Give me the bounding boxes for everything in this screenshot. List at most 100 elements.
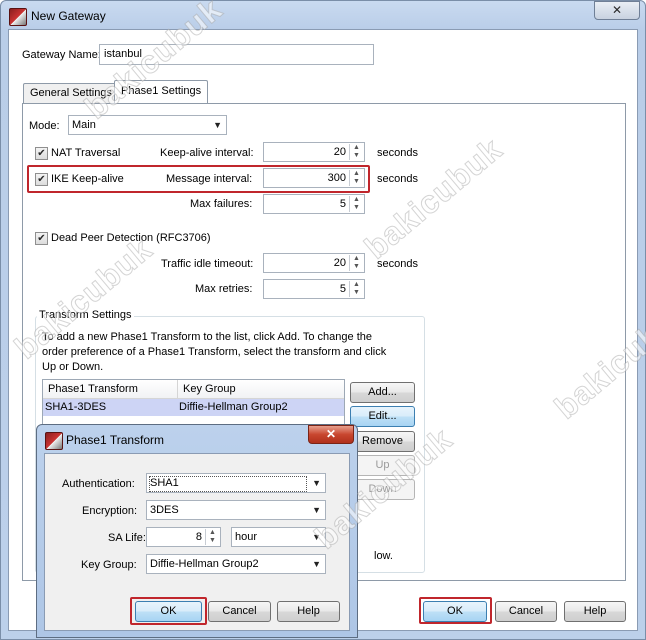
- spinner-arrows[interactable]: ▲ ▼: [349, 196, 363, 212]
- max-retries-value: 5: [339, 283, 346, 295]
- arrow-up-icon[interactable]: ▲: [352, 255, 361, 262]
- chevron-down-icon: ▼: [312, 505, 321, 515]
- close-icon: ✕: [611, 3, 623, 17]
- max-retries-spinner[interactable]: 5 ▲ ▼: [263, 279, 365, 299]
- move-down-button[interactable]: Down: [350, 479, 415, 500]
- arrow-down-icon[interactable]: ▼: [352, 204, 361, 211]
- arrow-down-icon[interactable]: ▼: [352, 289, 361, 296]
- dpd-checkbox[interactable]: ✔: [35, 232, 48, 245]
- arrow-up-icon[interactable]: ▲: [352, 281, 361, 288]
- dialog-title: Phase1 Transform: [66, 433, 165, 447]
- spinner-arrows[interactable]: ▲ ▼: [349, 144, 363, 160]
- nat-traversal-checkbox[interactable]: ✔: [35, 147, 48, 160]
- window-close-button[interactable]: ✕: [594, 1, 640, 20]
- spinner-arrows[interactable]: ▲ ▼: [205, 529, 219, 545]
- key-group-label: Key Group:: [81, 559, 137, 571]
- transform-help-line-3: Up or Down.: [42, 361, 104, 373]
- app-icon: [9, 8, 27, 26]
- message-interval-spinner[interactable]: 300 ▲ ▼: [263, 168, 365, 188]
- remove-transform-button[interactable]: Remove: [350, 431, 415, 452]
- chevron-down-icon: ▼: [312, 478, 321, 488]
- sa-life-unit-value: hour: [235, 531, 258, 543]
- traffic-idle-timeout-spinner[interactable]: 20 ▲ ▼: [263, 253, 365, 273]
- keepalive-interval-label: Keep-alive interval:: [160, 147, 254, 159]
- key-group-select[interactable]: Diffie-Hellman Group2 ▼: [146, 554, 326, 574]
- chevron-down-icon: ▼: [312, 532, 321, 542]
- table-cell-key-group: Diffie-Hellman Group2: [179, 401, 288, 413]
- help-button[interactable]: Help: [564, 601, 626, 622]
- add-transform-button[interactable]: Add...: [350, 382, 415, 403]
- window-titlebar[interactable]: New Gateway ✕: [1, 1, 645, 29]
- table-row[interactable]: SHA1-3DES Diffie-Hellman Group2: [43, 399, 344, 416]
- arrow-down-icon[interactable]: ▼: [208, 537, 217, 544]
- mode-select[interactable]: Main ▼: [68, 115, 227, 135]
- authentication-label: Authentication:: [62, 478, 135, 490]
- phase1-transform-dialog: Phase1 Transform ✕ Authentication: SHA1 …: [36, 424, 358, 638]
- dialog-titlebar[interactable]: Phase1 Transform ✕: [37, 425, 357, 453]
- authentication-select[interactable]: SHA1 ▼: [146, 473, 326, 493]
- max-retries-label: Max retries:: [195, 283, 253, 295]
- mode-value: Main: [72, 119, 96, 131]
- traffic-idle-timeout-value: 20: [333, 257, 346, 269]
- close-icon: ✕: [325, 427, 337, 441]
- edit-transform-button[interactable]: Edit...: [350, 406, 415, 427]
- sa-life-unit-select[interactable]: hour ▼: [231, 527, 326, 547]
- arrow-down-icon[interactable]: ▼: [352, 178, 361, 185]
- encryption-select[interactable]: 3DES ▼: [146, 500, 326, 520]
- arrow-down-icon[interactable]: ▼: [352, 152, 361, 159]
- arrow-up-icon[interactable]: ▲: [352, 196, 361, 203]
- keepalive-interval-value: 20: [333, 146, 346, 158]
- dialog-cancel-button[interactable]: Cancel: [208, 601, 271, 622]
- chevron-down-icon: ▼: [213, 120, 222, 130]
- sa-life-spinner[interactable]: 8 ▲ ▼: [146, 527, 221, 547]
- table-cell-transform: SHA1-3DES: [45, 401, 107, 413]
- traffic-idle-timeout-label: Traffic idle timeout:: [161, 258, 254, 270]
- arrow-up-icon[interactable]: ▲: [352, 170, 361, 177]
- spinner-arrows[interactable]: ▲ ▼: [349, 170, 363, 186]
- keepalive-interval-unit: seconds: [377, 147, 418, 159]
- transform-help-line-1: To add a new Phase1 Transform to the lis…: [42, 331, 372, 343]
- arrow-up-icon[interactable]: ▲: [352, 144, 361, 151]
- spinner-arrows[interactable]: ▲ ▼: [349, 281, 363, 297]
- message-interval-label: Message interval:: [166, 173, 253, 185]
- sa-life-label: SA Life:: [108, 532, 146, 544]
- window-title: New Gateway: [31, 9, 106, 23]
- encryption-value: 3DES: [150, 504, 179, 516]
- column-header-phase1-transform[interactable]: Phase1 Transform: [48, 383, 138, 395]
- encryption-label: Encryption:: [82, 505, 138, 517]
- ike-keepalive-checkbox[interactable]: ✔: [35, 173, 48, 186]
- dialog-ok-button[interactable]: OK: [135, 601, 202, 622]
- dialog-client-area: Authentication: SHA1 ▼ Encryption: 3DES …: [44, 453, 350, 631]
- ike-keepalive-label: IKE Keep-alive: [51, 173, 124, 185]
- spinner-arrows[interactable]: ▲ ▼: [349, 255, 363, 271]
- max-failures-label: Max failures:: [190, 198, 253, 210]
- tab-general-settings[interactable]: General Settings: [23, 83, 119, 103]
- arrow-up-icon[interactable]: ▲: [208, 529, 217, 536]
- column-header-key-group[interactable]: Key Group: [183, 383, 236, 395]
- transform-help-line-2: order preference of a Phase1 Transform, …: [42, 346, 387, 358]
- keepalive-interval-spinner[interactable]: 20 ▲ ▼: [263, 142, 365, 162]
- key-group-value: Diffie-Hellman Group2: [150, 558, 259, 570]
- dialog-help-button[interactable]: Help: [277, 601, 340, 622]
- message-interval-unit: seconds: [377, 173, 418, 185]
- ok-button[interactable]: OK: [423, 601, 487, 622]
- max-failures-value: 5: [339, 198, 346, 210]
- tab-phase1-settings[interactable]: Phase1 Settings: [114, 80, 209, 104]
- cancel-button[interactable]: Cancel: [495, 601, 557, 622]
- gateway-name-label: Gateway Name:: [22, 49, 101, 61]
- transform-settings-title: Transform Settings: [37, 309, 134, 321]
- arrow-down-icon[interactable]: ▼: [352, 263, 361, 270]
- dialog-close-button[interactable]: ✕: [308, 425, 354, 444]
- move-up-button[interactable]: Up: [350, 455, 415, 476]
- gateway-name-input[interactable]: istanbul: [99, 44, 374, 65]
- chevron-down-icon: ▼: [312, 559, 321, 569]
- column-divider: [177, 380, 178, 398]
- transform-tail-text: low.: [374, 550, 393, 562]
- focus-ring: [149, 476, 307, 492]
- dpd-label: Dead Peer Detection (RFC3706): [51, 232, 211, 244]
- max-failures-spinner[interactable]: 5 ▲ ▼: [263, 194, 365, 214]
- app-icon: [45, 432, 63, 450]
- nat-traversal-label: NAT Traversal: [51, 147, 121, 159]
- table-header: Phase1 Transform Key Group: [43, 380, 344, 399]
- traffic-idle-timeout-unit: seconds: [377, 258, 418, 270]
